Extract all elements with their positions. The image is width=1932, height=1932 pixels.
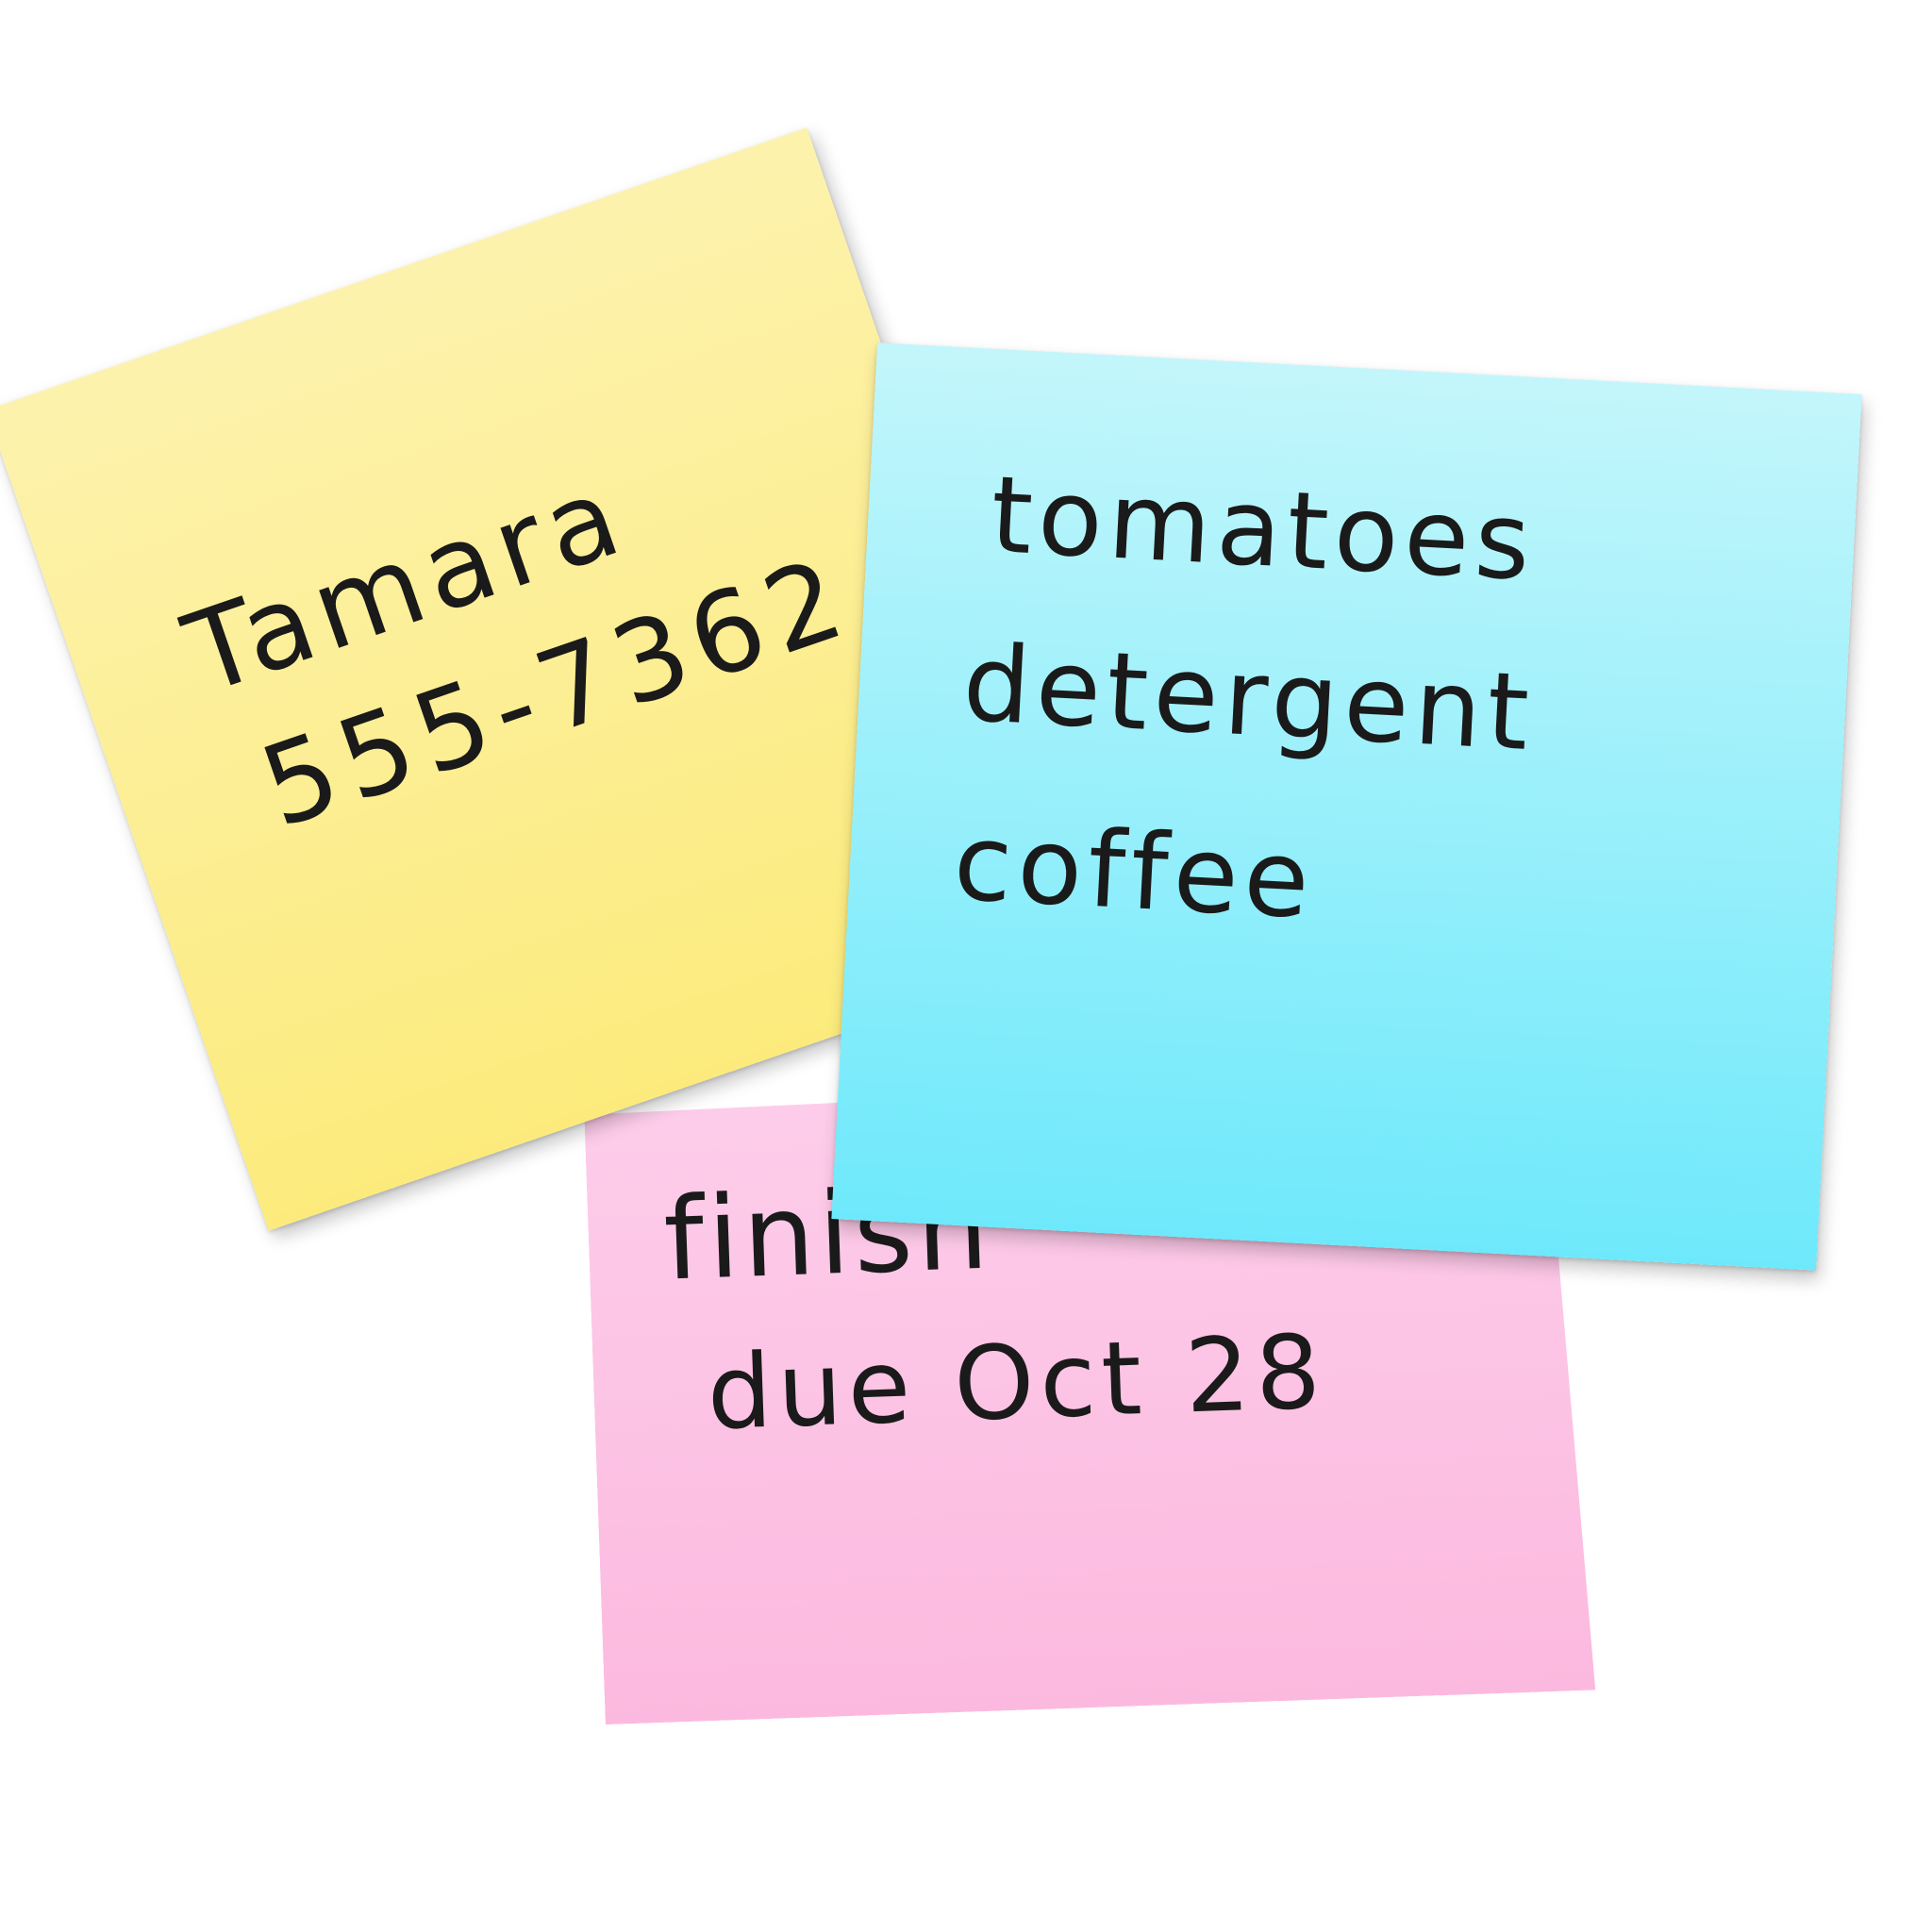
shopping-item-tomatoes: tomatoes — [988, 453, 1540, 606]
sticky-note-blue: tomatoes detergent coffee — [831, 342, 1862, 1271]
note-text-due-date: due Oct 28 — [705, 1313, 1328, 1454]
shopping-item-coffee: coffee — [950, 801, 1318, 943]
shopping-item-detergent: detergent — [959, 622, 1538, 775]
sticky-notes-canvas: finish due Oct 28 Tamara 555-7362 tomato… — [0, 0, 1932, 1932]
